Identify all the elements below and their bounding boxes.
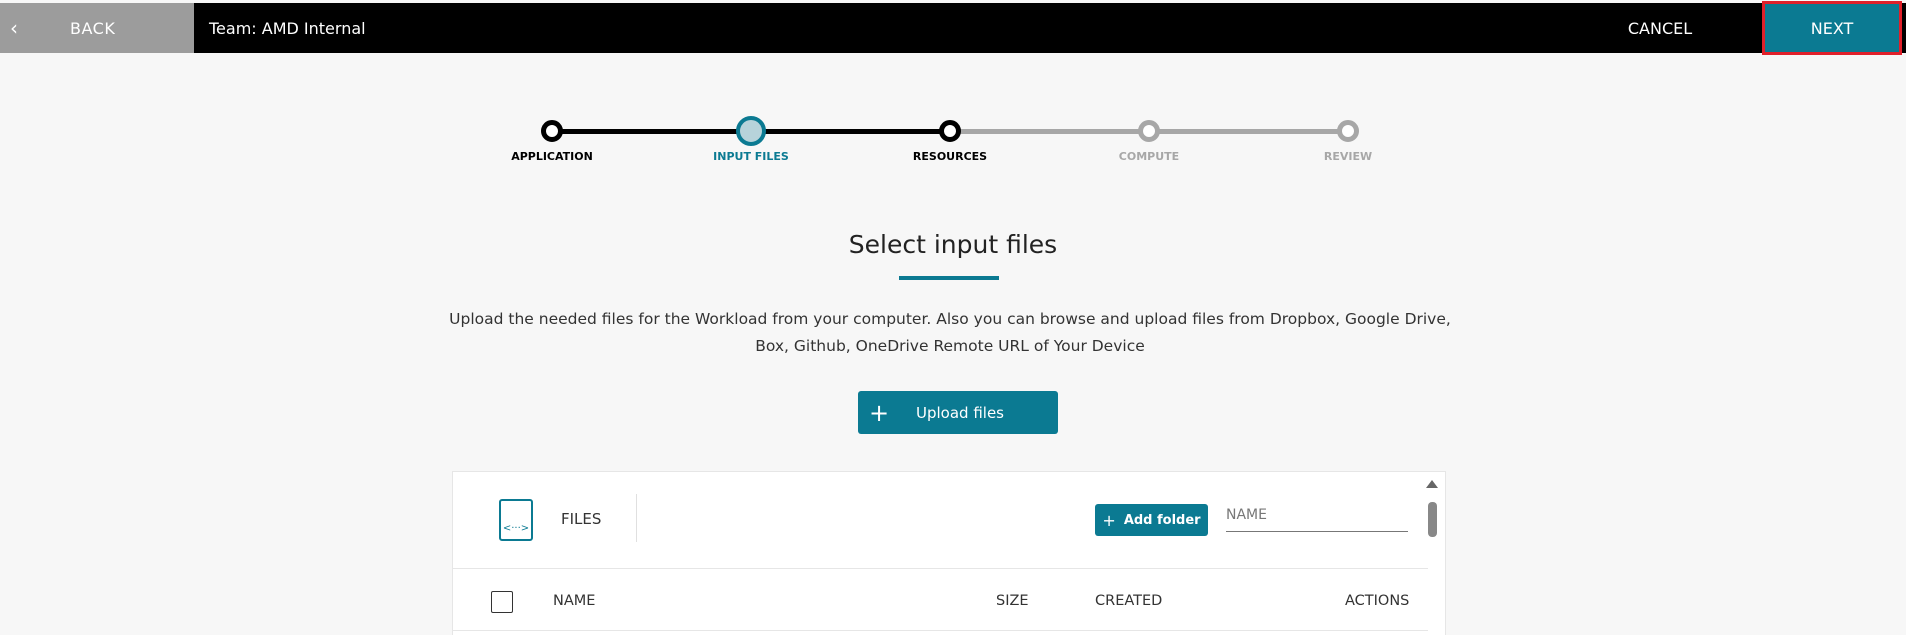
step-label: REVIEW: [1323, 150, 1373, 163]
scroll-up-arrow-icon[interactable]: [1426, 480, 1438, 488]
add-folder-label: Add folder: [1123, 512, 1201, 528]
step-label: INPUT FILES: [713, 150, 789, 163]
step-label: APPLICATION: [511, 150, 593, 163]
files-panel: <···> FILES + Add folder NAME SIZE CREAT…: [452, 471, 1446, 635]
step-dot: [1337, 120, 1359, 142]
add-folder-button[interactable]: + Add folder: [1095, 504, 1208, 536]
upload-label: Upload files: [916, 403, 1004, 422]
divider: [453, 630, 1428, 631]
step-dot: [1138, 120, 1160, 142]
upload-files-button[interactable]: + Upload files: [858, 391, 1058, 434]
step-compute: COMPUTE: [1049, 113, 1249, 163]
top-bar: ‹ BACK Team: AMD Internal CANCEL NEXT: [0, 1, 1906, 55]
name-filter-input[interactable]: [1226, 498, 1408, 532]
step-label: COMPUTE: [1118, 150, 1180, 163]
step-dot: [541, 120, 563, 142]
files-title: FILES: [561, 510, 602, 528]
column-header-name[interactable]: NAME: [553, 593, 595, 609]
column-header-size[interactable]: SIZE: [996, 593, 1029, 609]
back-button[interactable]: ‹ BACK: [0, 3, 194, 53]
progress-stepper: APPLICATION INPUT FILES RESOURCES COMPUT…: [500, 113, 1400, 183]
column-header-actions: ACTIONS: [1345, 593, 1410, 609]
step-resources[interactable]: RESOURCES: [850, 113, 1050, 163]
back-label: BACK: [70, 18, 116, 38]
step-dot-active: [736, 116, 766, 146]
plus-icon: +: [868, 398, 890, 427]
chevron-left-icon: ‹: [10, 16, 18, 40]
team-name: Team: AMD Internal: [209, 18, 366, 38]
column-header-created[interactable]: CREATED: [1095, 593, 1162, 609]
step-dot: [939, 120, 961, 142]
plus-icon: +: [1102, 510, 1116, 530]
step-label: RESOURCES: [912, 150, 988, 163]
divider: [636, 494, 637, 542]
next-button[interactable]: NEXT: [1762, 1, 1902, 55]
page-description: Upload the needed files for the Workload…: [449, 310, 1451, 355]
select-all-checkbox[interactable]: [491, 591, 513, 613]
scrollbar-thumb[interactable]: [1428, 502, 1437, 537]
step-application[interactable]: APPLICATION: [452, 113, 652, 163]
step-review: REVIEW: [1248, 113, 1448, 163]
cancel-button[interactable]: CANCEL: [1610, 3, 1710, 53]
title-underline: [899, 276, 999, 280]
page-title: Select input files: [848, 230, 1058, 259]
divider: [453, 568, 1428, 569]
step-input-files[interactable]: INPUT FILES: [651, 113, 851, 163]
code-file-icon: <···>: [499, 499, 533, 541]
